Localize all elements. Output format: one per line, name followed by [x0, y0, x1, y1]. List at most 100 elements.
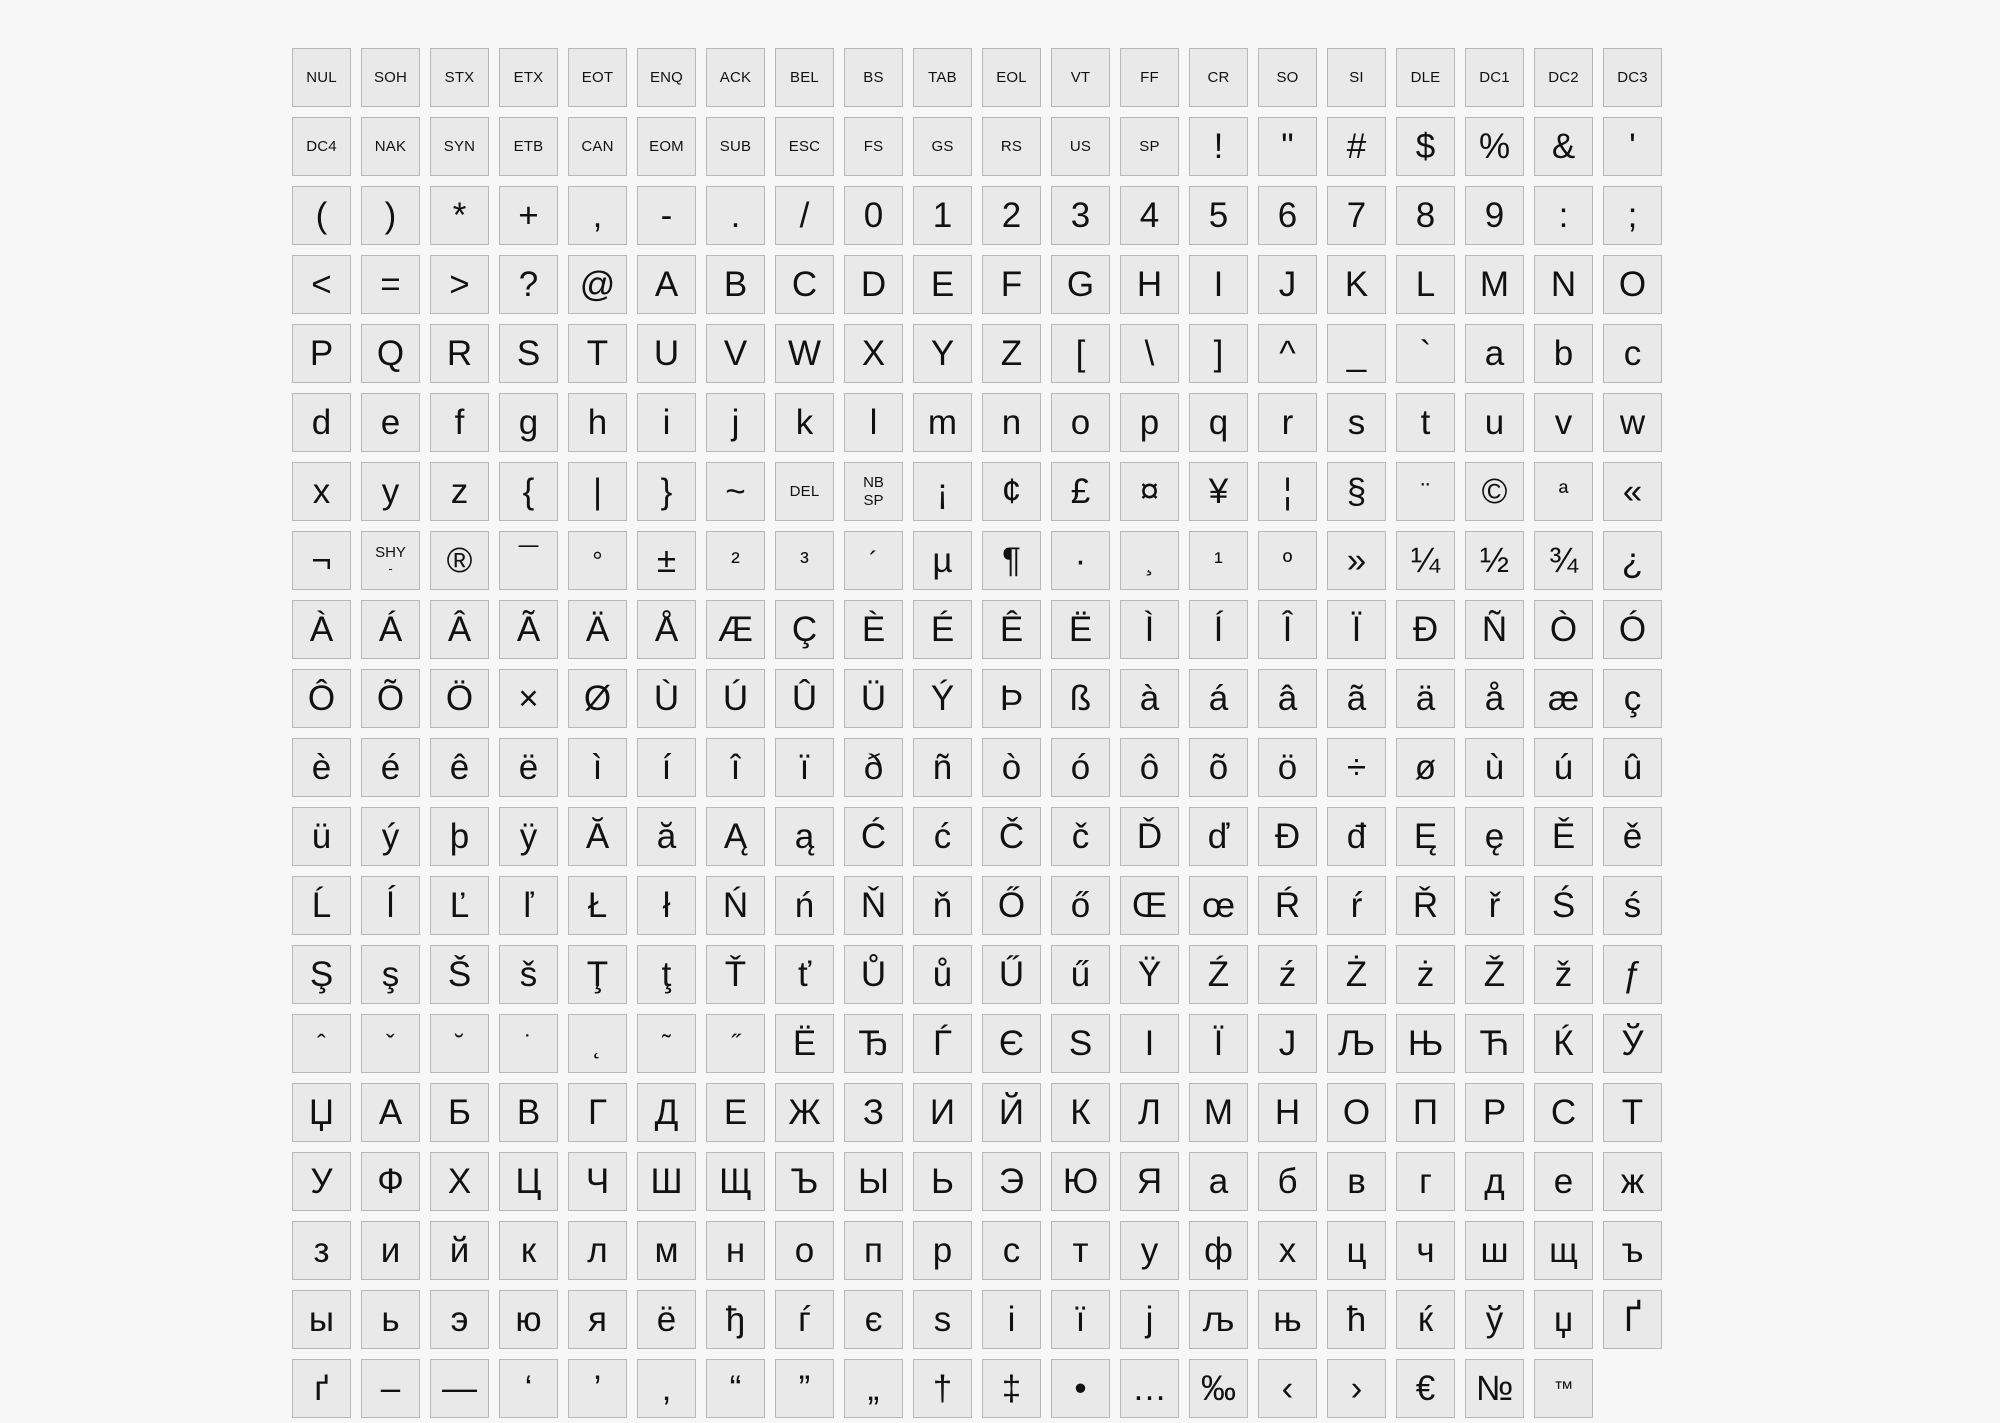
character-cell[interactable]: ñ — [913, 738, 972, 797]
character-cell[interactable]: Ф — [361, 1152, 420, 1211]
character-cell[interactable]: С — [1534, 1083, 1593, 1142]
character-cell[interactable]: é — [361, 738, 420, 797]
character-cell[interactable]: $ — [1396, 117, 1455, 176]
character-cell[interactable]: ä — [1396, 669, 1455, 728]
character-cell[interactable]: ŕ — [1327, 876, 1386, 935]
character-cell[interactable]: R — [430, 324, 489, 383]
control-char-cell[interactable]: ACK — [706, 48, 765, 107]
character-cell[interactable]: н — [706, 1221, 765, 1280]
character-cell[interactable]: ї — [1051, 1290, 1110, 1349]
character-cell[interactable]: ° — [568, 531, 627, 590]
character-cell[interactable]: ż — [1396, 945, 1455, 1004]
character-cell[interactable]: Š — [430, 945, 489, 1004]
character-cell[interactable]: Д — [637, 1083, 696, 1142]
character-cell[interactable]: ˇ — [361, 1014, 420, 1073]
character-cell[interactable]: ъ — [1603, 1221, 1662, 1280]
character-cell[interactable]: Ê — [982, 600, 1041, 659]
character-cell[interactable]: Ő — [982, 876, 1041, 935]
character-cell[interactable]: 9 — [1465, 186, 1524, 245]
character-cell[interactable]: / — [775, 186, 834, 245]
character-cell[interactable]: Ç — [775, 600, 834, 659]
character-cell[interactable]: Т — [1603, 1083, 1662, 1142]
character-cell[interactable]: ˙ — [499, 1014, 558, 1073]
control-char-cell[interactable]: SO — [1258, 48, 1317, 107]
character-cell[interactable]: É — [913, 600, 972, 659]
character-cell[interactable]: љ — [1189, 1290, 1248, 1349]
character-cell[interactable]: M — [1465, 255, 1524, 314]
character-cell[interactable]: ó — [1051, 738, 1110, 797]
character-cell[interactable]: 2 — [982, 186, 1041, 245]
character-cell[interactable]: § — [1327, 462, 1386, 521]
character-cell[interactable]: м — [637, 1221, 696, 1280]
character-cell[interactable]: Ì — [1120, 600, 1179, 659]
character-cell[interactable]: ¹ — [1189, 531, 1248, 590]
character-cell[interactable]: À — [292, 600, 351, 659]
character-cell[interactable]: ë — [499, 738, 558, 797]
character-cell[interactable]: - — [637, 186, 696, 245]
character-cell[interactable]: ć — [913, 807, 972, 866]
character-cell[interactable]: ( — [292, 186, 351, 245]
character-cell[interactable]: F — [982, 255, 1041, 314]
character-cell[interactable]: ł — [637, 876, 696, 935]
control-char-cell[interactable]: BS — [844, 48, 903, 107]
character-cell[interactable]: ì — [568, 738, 627, 797]
character-cell[interactable]: ĺ — [361, 876, 420, 935]
control-char-cell[interactable]: DC4 — [292, 117, 351, 176]
character-cell[interactable]: і — [982, 1290, 1041, 1349]
character-cell[interactable]: ў — [1465, 1290, 1524, 1349]
character-cell[interactable]: щ — [1534, 1221, 1593, 1280]
character-cell[interactable]: ? — [499, 255, 558, 314]
character-cell[interactable]: њ — [1258, 1290, 1317, 1349]
character-cell[interactable]: ń — [775, 876, 834, 935]
character-cell[interactable]: У — [292, 1152, 351, 1211]
character-cell[interactable]: ё — [637, 1290, 696, 1349]
character-cell[interactable]: × — [499, 669, 558, 728]
character-cell[interactable]: М — [1189, 1083, 1248, 1142]
character-cell[interactable]: Ѓ — [913, 1014, 972, 1073]
character-cell[interactable]: ş — [361, 945, 420, 1004]
character-cell[interactable]: Ø — [568, 669, 627, 728]
character-cell[interactable]: ç — [1603, 669, 1662, 728]
control-char-cell[interactable]: RS — [982, 117, 1041, 176]
character-cell[interactable]: ю — [499, 1290, 558, 1349]
character-cell[interactable]: Ó — [1603, 600, 1662, 659]
character-cell[interactable]: H — [1120, 255, 1179, 314]
character-cell[interactable]: e — [361, 393, 420, 452]
character-cell[interactable]: ½ — [1465, 531, 1524, 590]
character-cell[interactable]: с — [982, 1221, 1041, 1280]
character-cell[interactable]: A — [637, 255, 696, 314]
character-cell[interactable]: & — [1534, 117, 1593, 176]
character-cell[interactable]: Ь — [913, 1152, 972, 1211]
character-cell[interactable]: ~ — [706, 462, 765, 521]
character-cell[interactable]: Á — [361, 600, 420, 659]
control-char-cell[interactable]: ETX — [499, 48, 558, 107]
control-char-cell[interactable]: NB SP — [844, 462, 903, 521]
control-char-cell[interactable]: ENQ — [637, 48, 696, 107]
character-cell[interactable]: Ş — [292, 945, 351, 1004]
character-cell[interactable]: q — [1189, 393, 1248, 452]
character-cell[interactable]: г — [1396, 1152, 1455, 1211]
character-cell[interactable]: Ќ — [1534, 1014, 1593, 1073]
character-cell[interactable]: ѕ — [913, 1290, 972, 1349]
character-cell[interactable]: ¬ — [292, 531, 351, 590]
character-cell[interactable]: > — [430, 255, 489, 314]
control-char-cell[interactable]: TAB — [913, 48, 972, 107]
character-cell[interactable]: Þ — [982, 669, 1041, 728]
character-cell[interactable]: Ť — [706, 945, 765, 1004]
character-cell[interactable]: { — [499, 462, 558, 521]
character-cell[interactable]: т — [1051, 1221, 1110, 1280]
character-cell[interactable]: « — [1603, 462, 1662, 521]
character-cell[interactable]: x — [292, 462, 351, 521]
character-cell[interactable]: Ј — [1258, 1014, 1317, 1073]
character-cell[interactable]: Ü — [844, 669, 903, 728]
control-char-cell[interactable]: ETB — [499, 117, 558, 176]
character-cell[interactable]: ě — [1603, 807, 1662, 866]
character-cell[interactable]: ¯ — [499, 531, 558, 590]
character-cell[interactable]: ª — [1534, 462, 1593, 521]
character-cell[interactable]: Њ — [1396, 1014, 1455, 1073]
control-char-cell[interactable]: GS — [913, 117, 972, 176]
character-cell[interactable]: i — [637, 393, 696, 452]
character-cell[interactable]: Џ — [292, 1083, 351, 1142]
character-cell[interactable]: Ö — [430, 669, 489, 728]
character-cell[interactable]: ů — [913, 945, 972, 1004]
